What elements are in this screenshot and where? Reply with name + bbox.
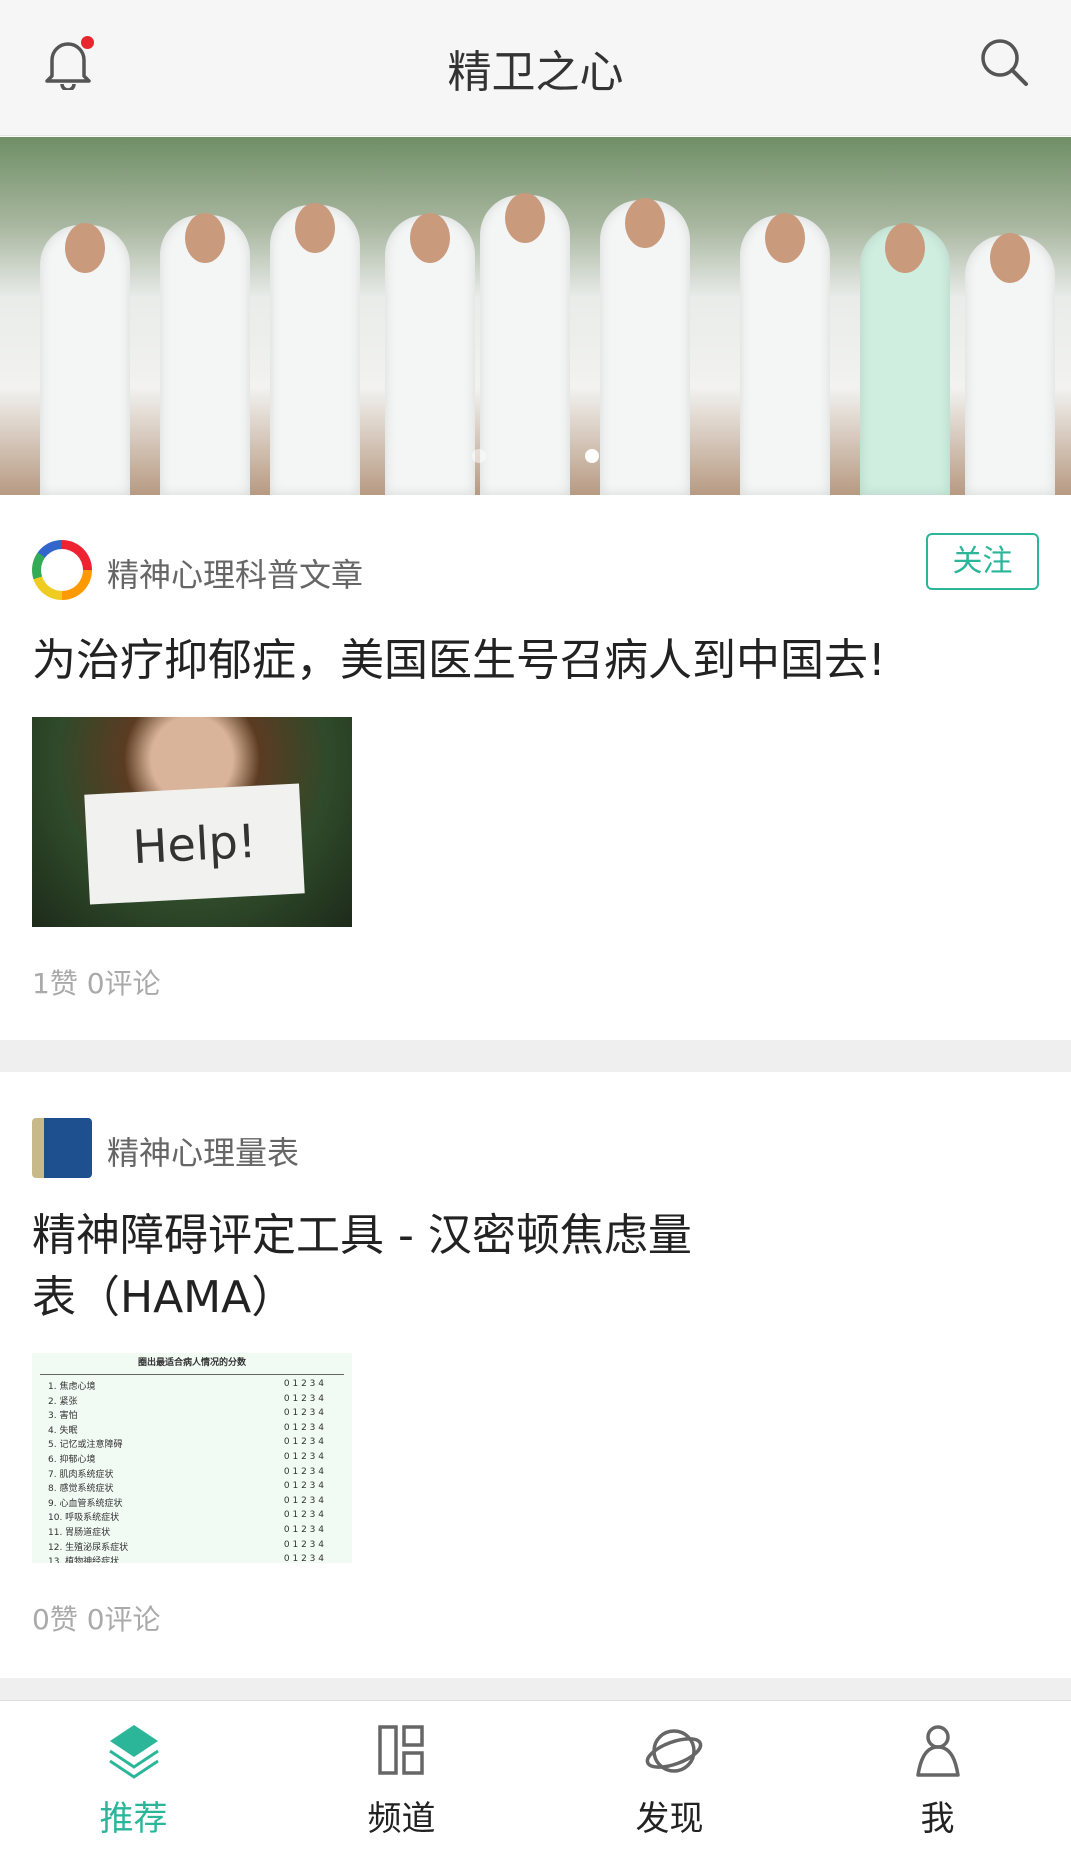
scale-item: 11. 胃肠道症状 0 1 2 3 4 bbox=[40, 1525, 344, 1540]
source-name[interactable]: 精神心理量表 bbox=[107, 1128, 299, 1174]
scale-item: 10. 呼吸系统症状 0 1 2 3 4 bbox=[40, 1510, 344, 1525]
scale-values: 0 1 2 3 4 bbox=[283, 1408, 324, 1419]
tab-discover[interactable]: 发现 bbox=[536, 1701, 803, 1852]
scale-item-label: 12. 生殖泌尿系症状 bbox=[48, 1542, 129, 1553]
banner-carousel[interactable] bbox=[0, 137, 1071, 495]
thumbnail-header: 圈出最适合病人情况的分数 bbox=[40, 1355, 344, 1375]
article-stats: 1赞 0评论 bbox=[32, 967, 161, 1000]
scale-item: 12. 生殖泌尿系症状 0 1 2 3 4 bbox=[40, 1540, 344, 1555]
article-thumbnail[interactable]: 圈出最适合病人情况的分数 1. 焦虑心境 0 1 2 3 4 2. 紧张 0 1 2 … bbox=[32, 1353, 352, 1563]
tab-label: 推荐 bbox=[99, 1799, 168, 1839]
title-line-2: 表（HAMA） bbox=[32, 1272, 296, 1323]
scale-item: 13. 植物神经症状 0 1 2 3 4 bbox=[40, 1554, 344, 1563]
scale-item-label: 3. 害怕 bbox=[48, 1411, 78, 1422]
tab-label: 我 bbox=[920, 1799, 955, 1839]
article-title[interactable]: 为治疗抑郁症，美国医生号召病人到中国去! bbox=[32, 630, 1042, 692]
divider bbox=[0, 1678, 1071, 1700]
title-line-1: 精神障碍评定工具 - 汉密顿焦虑量 bbox=[32, 1210, 692, 1261]
follow-button[interactable]: 关注 bbox=[926, 533, 1039, 590]
tab-recommend[interactable]: 推荐 bbox=[0, 1701, 267, 1852]
article-stats: 0赞 0评论 bbox=[32, 1603, 161, 1636]
layers-icon bbox=[109, 1725, 159, 1779]
thumbnail-text: Help! bbox=[84, 783, 305, 905]
scale-item: 2. 紧张 0 1 2 3 4 bbox=[40, 1394, 344, 1409]
source-avatar[interactable] bbox=[32, 1118, 92, 1178]
scale-values: 0 1 2 3 4 bbox=[283, 1466, 324, 1477]
scale-item-label: 9. 心血管系统症状 bbox=[48, 1498, 123, 1509]
scale-item: 7. 肌肉系统症状 0 1 2 3 4 bbox=[40, 1467, 344, 1482]
source-avatar[interactable] bbox=[32, 540, 92, 600]
tab-me[interactable]: 我 bbox=[804, 1701, 1071, 1852]
scale-item: 6. 抑郁心境 0 1 2 3 4 bbox=[40, 1452, 344, 1467]
scale-item: 4. 失眠 0 1 2 3 4 bbox=[40, 1423, 344, 1438]
scale-values: 0 1 2 3 4 bbox=[283, 1422, 324, 1433]
scale-item-label: 5. 记忆或注意障碍 bbox=[48, 1440, 123, 1451]
scale-values: 0 1 2 3 4 bbox=[283, 1379, 324, 1389]
scale-values: 0 1 2 3 4 bbox=[283, 1393, 324, 1404]
scale-values: 0 1 2 3 4 bbox=[283, 1451, 324, 1462]
tab-channels[interactable]: 频道 bbox=[268, 1701, 535, 1852]
scale-values: 0 1 2 3 4 bbox=[283, 1495, 324, 1506]
scale-values: 0 1 2 3 4 bbox=[283, 1554, 324, 1563]
scale-values: 0 1 2 3 4 bbox=[283, 1510, 324, 1521]
source-name[interactable]: 精神心理科普文章 bbox=[107, 550, 363, 596]
app-title: 精卫之心 bbox=[447, 47, 624, 98]
scale-item: 9. 心血管系统症状 0 1 2 3 4 bbox=[40, 1496, 344, 1511]
scale-item-label: 11. 胃肠道症状 bbox=[48, 1527, 111, 1538]
top-bar: 精卫之心 bbox=[0, 0, 1071, 136]
bottom-tab-bar: 推荐 频道 发现 我 bbox=[0, 1700, 1071, 1851]
scale-values: 0 1 2 3 4 bbox=[283, 1437, 324, 1448]
scale-values: 0 1 2 3 4 bbox=[283, 1481, 324, 1492]
scale-item-label: 8. 感觉系统症状 bbox=[48, 1484, 114, 1495]
scale-item-label: 2. 紧张 bbox=[48, 1396, 78, 1407]
article-thumbnail[interactable]: Help! bbox=[32, 717, 352, 927]
scale-item-label: 13. 植物神经症状 bbox=[48, 1557, 120, 1563]
scale-item-label: 7. 肌肉系统症状 bbox=[48, 1469, 114, 1480]
scale-item-label: 10. 呼吸系统症状 bbox=[48, 1513, 120, 1524]
tab-label: 发现 bbox=[635, 1799, 704, 1839]
search-icon[interactable] bbox=[978, 36, 1030, 88]
grid-icon bbox=[378, 1725, 424, 1775]
carousel-dot-2[interactable] bbox=[585, 449, 599, 463]
scale-item-label: 6. 抑郁心境 bbox=[48, 1454, 96, 1465]
scale-item-label: 4. 失眠 bbox=[48, 1425, 78, 1436]
scale-values: 0 1 2 3 4 bbox=[283, 1539, 324, 1550]
planet-icon bbox=[645, 1729, 703, 1773]
carousel-dot-1[interactable] bbox=[472, 449, 486, 463]
scale-item: 5. 记忆或注意障碍 0 1 2 3 4 bbox=[40, 1437, 344, 1452]
scale-item-label: 1. 焦虑心境 bbox=[48, 1382, 96, 1392]
scale-values: 0 1 2 3 4 bbox=[283, 1524, 324, 1535]
scale-item: 8. 感觉系统症状 0 1 2 3 4 bbox=[40, 1481, 344, 1496]
scale-item: 1. 焦虑心境 0 1 2 3 4 bbox=[40, 1379, 344, 1394]
scale-item: 3. 害怕 0 1 2 3 4 bbox=[40, 1408, 344, 1423]
divider bbox=[0, 1040, 1071, 1072]
user-icon bbox=[916, 1725, 960, 1777]
article-title[interactable]: 精神障碍评定工具 - 汉密顿焦虑量 表（HAMA） bbox=[32, 1205, 1042, 1329]
tab-label: 频道 bbox=[367, 1799, 436, 1839]
